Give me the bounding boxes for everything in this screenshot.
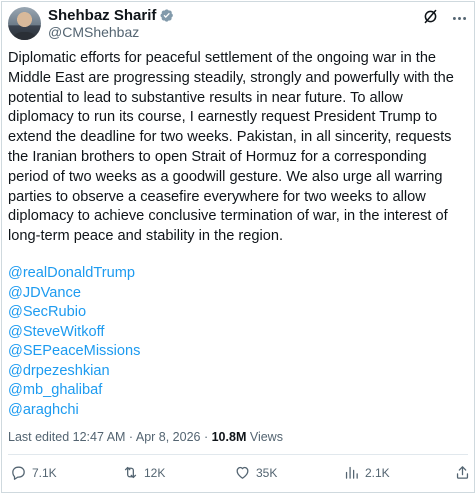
tweet-card: Shehbaz Sharif @CMShehbaz Diplomatic eff… [1,1,475,493]
heart-icon [236,466,249,479]
reply-button[interactable]: 7.1K [10,464,57,481]
mention-link[interactable]: @SEPeaceMissions [8,342,140,362]
avatar-body [12,32,37,40]
reply-count: 7.1K [32,465,57,480]
divider [8,454,468,455]
views-label: Views [246,430,283,444]
mention-link[interactable]: @SteveWitkoff [8,323,140,343]
like-button[interactable]: 35K [234,464,277,481]
tweet-text: Diplomatic efforts for peaceful settleme… [8,50,454,245]
name-row: Shehbaz Sharif [48,7,174,24]
views-action-count: 2.1K [365,465,390,480]
share-button[interactable] [454,464,476,481]
repost-icon [124,466,137,479]
mention-link[interactable]: @drpezeshkian [8,362,140,382]
like-count: 35K [256,465,278,480]
repost-count: 12K [144,465,166,480]
edited-timestamp[interactable]: Last edited 12:47 AM · Apr 8, 2026 · [8,430,212,444]
share-icon [456,466,469,479]
author-display-name[interactable]: Shehbaz Sharif [48,7,156,24]
action-bar: 7.1K 12K 35K 2.1K [8,464,469,486]
reply-icon [12,466,25,480]
tweet-meta: Last edited 12:47 AM · Apr 8, 2026 · 10.… [8,430,283,444]
mention-link[interactable]: @araghchi [8,401,140,421]
more-icon[interactable] [451,10,468,28]
repost-button[interactable]: 12K [122,464,165,481]
author-handle[interactable]: @CMShehbaz [48,24,174,40]
tweet-mentions: @realDonaldTrump @JDVance @SecRubio @Ste… [8,264,140,420]
tweet-header: Shehbaz Sharif @CMShehbaz [8,6,468,40]
views-count: 10.8M [211,430,247,444]
verified-badge-icon[interactable] [159,8,174,23]
mention-link[interactable]: @JDVance [8,284,140,304]
author-names: Shehbaz Sharif @CMShehbaz [48,7,174,40]
views-button[interactable]: 2.1K [343,464,390,481]
mention-link[interactable]: @SecRubio [8,303,140,323]
avatar[interactable] [8,7,41,40]
grok-icon[interactable] [422,8,439,30]
mention-link[interactable]: @mb_ghalibaf [8,381,140,401]
mention-link[interactable]: @realDonaldTrump [8,264,140,284]
bar-chart-icon [345,466,358,479]
header-icons [422,8,468,30]
